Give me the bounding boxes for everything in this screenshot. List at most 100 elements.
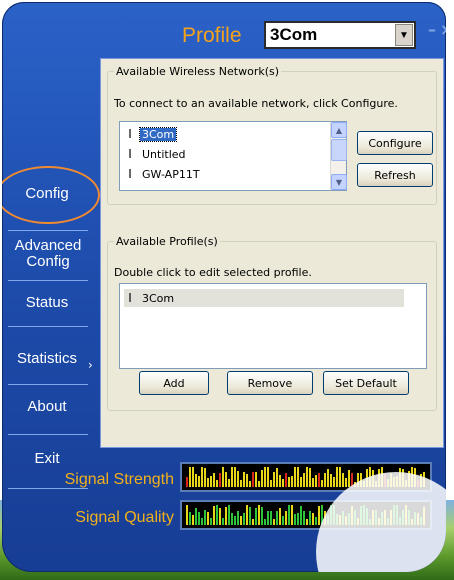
list-item[interactable]: ⵏ 3Com (124, 125, 178, 143)
networks-scrollbar[interactable]: ▲ ▼ (330, 122, 347, 190)
meter-bar (246, 473, 248, 487)
signal-strength-meter (180, 462, 432, 492)
signal-quality-label: Signal Quality (75, 509, 174, 526)
meter-bar (402, 510, 404, 525)
meter-bar (189, 467, 191, 487)
meter-bar (210, 475, 212, 487)
configure-button[interactable]: Configure (357, 131, 433, 155)
meter-bar (228, 479, 230, 487)
meter-bar (375, 509, 377, 525)
meter-bar (294, 514, 296, 525)
networks-legend: Available Wireless Network(s) (116, 65, 280, 78)
meter-bar (231, 513, 233, 525)
meter-bar (315, 517, 317, 525)
meter-bar (378, 518, 380, 525)
meter-bar (414, 467, 416, 487)
profiles-list[interactable]: ⵏ 3Com (119, 283, 427, 369)
antenna-icon: ⵏ (128, 127, 132, 141)
meter-bar (258, 480, 260, 487)
meter-bar (237, 511, 239, 525)
meter-bar (249, 480, 251, 487)
meter-bar (186, 477, 188, 487)
meter-bar (318, 472, 320, 487)
meter-bar (186, 505, 188, 525)
meter-bar (213, 473, 215, 487)
meter-bar (360, 505, 362, 525)
meter-bar (366, 507, 368, 525)
meter-bar (246, 505, 248, 525)
meter-bar (342, 472, 344, 487)
sidebar-item-config[interactable]: Config (2, 186, 92, 202)
networks-list[interactable]: ⵏ 3Com ⵏ Untitled ⵏ GW-AP11T ▲ ▼ (119, 121, 347, 191)
sidebar-item-advanced-config[interactable]: Advanced Config (2, 238, 94, 270)
profile-title: Profile (182, 24, 242, 47)
meter-bar (330, 474, 332, 487)
meter-bar (339, 467, 341, 487)
meter-bar (402, 468, 404, 487)
chevron-down-icon[interactable]: ▼ (331, 174, 347, 190)
meter-bar (342, 510, 344, 525)
meter-bar (306, 467, 308, 487)
meter-bar (348, 470, 350, 487)
set-default-button[interactable]: Set Default (323, 371, 409, 395)
remove-button[interactable]: Remove (227, 371, 313, 395)
meter-bar (345, 516, 347, 525)
meter-bar (351, 472, 353, 487)
meter-bar (390, 509, 392, 525)
meter-bar (372, 509, 374, 525)
scroll-thumb[interactable] (331, 139, 347, 161)
meter-bar (357, 518, 359, 525)
meter-bar (375, 481, 377, 487)
profile-dropdown-value: 3Com (270, 25, 318, 44)
meter-bar (411, 467, 413, 487)
meter-bar (333, 505, 335, 525)
meter-bar (354, 481, 356, 487)
meter-bar (276, 511, 278, 525)
meter-bar (285, 472, 287, 487)
minimize-button[interactable]: – (428, 20, 436, 39)
meter-bar (213, 506, 215, 525)
sidebar-item-status[interactable]: Status (2, 295, 92, 311)
meter-bar (420, 516, 422, 525)
meter-bar (372, 469, 374, 487)
meter-bar (420, 473, 422, 487)
meter-bar (315, 475, 317, 487)
meter-bar (384, 509, 386, 525)
meter-bar (384, 474, 386, 487)
meter-bar (414, 511, 416, 525)
meter-bar (201, 518, 203, 525)
refresh-button[interactable]: Refresh (357, 163, 433, 187)
config-panel: Available Wireless Network(s) To connect… (100, 58, 444, 448)
add-button[interactable]: Add (139, 371, 209, 395)
meter-bar (309, 511, 311, 525)
meter-bar (252, 472, 254, 487)
list-item[interactable]: ⵏ GW-AP11T (124, 165, 202, 183)
close-button[interactable]: × (440, 20, 446, 39)
meter-bar (303, 473, 305, 487)
meter-bar (339, 515, 341, 525)
nav-divider (8, 326, 88, 327)
chevron-right-icon[interactable]: › (88, 358, 93, 372)
chevron-up-icon[interactable]: ▲ (331, 122, 347, 138)
nav-divider (8, 384, 88, 385)
meter-bar (381, 467, 383, 487)
chevron-down-icon[interactable]: ▼ (395, 24, 413, 46)
meter-bar (369, 467, 371, 487)
meter-bar (243, 471, 245, 487)
meter-bar (321, 505, 323, 525)
list-item[interactable]: ⵏ Untitled (124, 145, 188, 163)
meter-bar (228, 505, 230, 525)
sidebar-item-exit[interactable]: Exit (2, 451, 92, 467)
meter-bar (351, 506, 353, 525)
list-item[interactable]: ⵏ 3Com (124, 289, 404, 307)
meter-bar (219, 472, 221, 487)
meter-bar (360, 473, 362, 487)
sidebar-item-about[interactable]: About (2, 399, 92, 415)
profile-dropdown[interactable]: 3Com ▼ (264, 21, 416, 49)
meter-bar (297, 467, 299, 487)
meter-bar (240, 516, 242, 525)
meter-bar (189, 512, 191, 525)
meter-bar (345, 478, 347, 487)
sidebar-item-statistics[interactable]: Statistics (2, 351, 92, 367)
meter-bar (369, 519, 371, 525)
